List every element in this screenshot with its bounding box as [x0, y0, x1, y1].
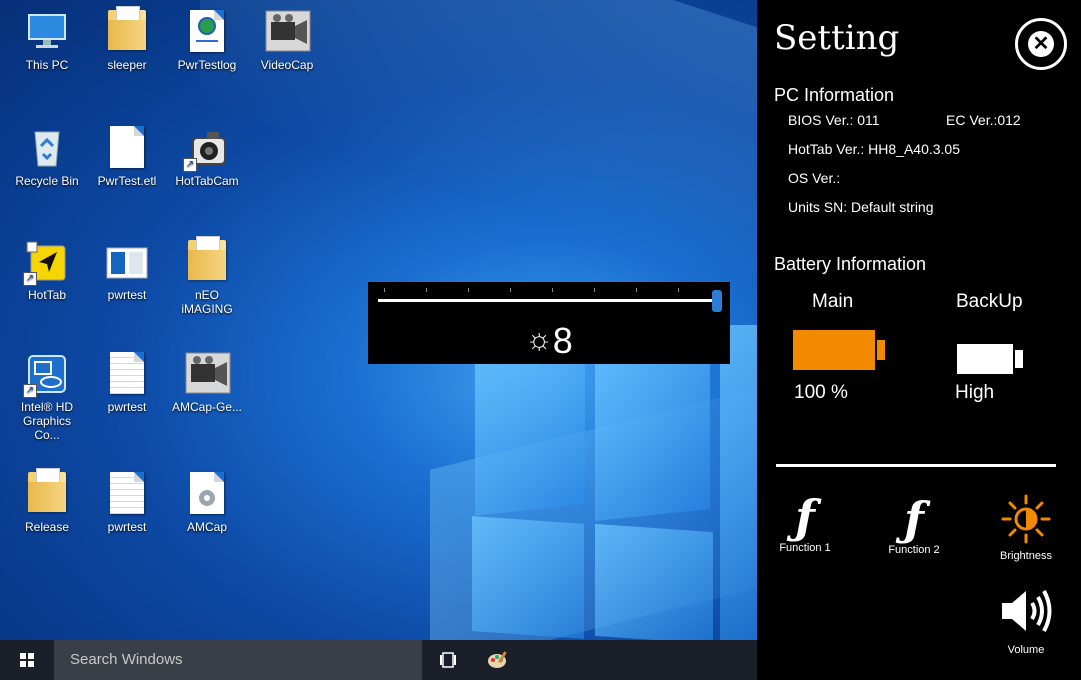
document-icon — [105, 126, 149, 170]
desktop-icon-label: sleeper — [107, 58, 147, 72]
battery-info-heading: Battery Information — [774, 254, 927, 274]
wallpaper-window-pane — [475, 344, 585, 516]
desktop-icon-pwrtest-text-2[interactable]: pwrtest — [90, 472, 164, 534]
desktop-icon-label: Recycle Bin — [15, 174, 79, 188]
desktop-icon-pwrtest-text[interactable]: pwrtest — [90, 352, 164, 414]
desktop-icon-hottabcam[interactable]: ↗ HotTabCam — [170, 126, 244, 188]
desktop-icon-label: pwrtest — [107, 288, 147, 302]
desktop-icon-pwrtestlog[interactable]: PwrTestlog — [170, 10, 244, 72]
brightness-value: 8 — [552, 320, 573, 361]
volume-button[interactable]: Volume — [993, 586, 1059, 656]
folder-icon — [185, 236, 229, 284]
desktop-icon-pwrtest-window[interactable]: pwrtest — [90, 240, 164, 302]
desktop-icon-label: AMCap — [186, 520, 227, 534]
desktop-icon-label: AMCap-Ge... — [171, 400, 243, 414]
desktop-icon-recycle-bin[interactable]: Recycle Bin — [10, 126, 84, 188]
desktop-icon-label: pwrtest — [107, 520, 147, 534]
web-document-icon — [185, 10, 229, 54]
text-document-icon — [105, 352, 149, 396]
main-battery-fill — [793, 330, 875, 370]
close-icon: ✕ — [1028, 31, 1054, 57]
ec-version: EC Ver.:012 — [946, 112, 1021, 128]
volume-label: Volume — [1007, 644, 1045, 656]
brightness-button[interactable]: Brightness — [993, 492, 1059, 562]
desktop-icon-label: Release — [24, 520, 70, 534]
hottab-version: HotTab Ver.: HH8_A40.3.05 — [788, 141, 960, 157]
window-app-icon — [105, 240, 149, 284]
text-document-icon — [105, 472, 149, 516]
function-2-button[interactable]: ƒ Function 2 — [881, 494, 947, 556]
brightness-sun-icon: ☼ — [525, 323, 553, 356]
main-battery-label: Main — [812, 291, 854, 312]
desktop-icon-label: This PC — [25, 58, 69, 72]
camera-icon: ↗ — [183, 126, 229, 172]
function-2-label: Function 2 — [888, 544, 940, 556]
wallpaper-window-pane — [472, 516, 584, 639]
camera-app-icon — [265, 10, 311, 54]
function-1-label: Function 1 — [779, 542, 831, 554]
function-icon: ƒ — [904, 492, 924, 546]
wallpaper-window-pane — [595, 523, 713, 645]
desktop-icon-intel-graphics[interactable]: ↗ Intel® HD Graphics Co... — [10, 352, 84, 442]
panel-title: Setting — [774, 18, 900, 58]
brightness-label: Brightness — [1000, 550, 1052, 562]
function-1-button[interactable]: ƒ Function 1 — [775, 492, 835, 554]
monitor-icon — [25, 10, 69, 54]
desktop-icon-label: Intel® HD Graphics Co... — [20, 400, 74, 442]
desktop-icon-label: PwrTestlog — [177, 58, 237, 72]
desktop-icon-this-pc[interactable]: This PC — [10, 10, 84, 72]
recycle-bin-icon — [25, 126, 69, 170]
bios-version: BIOS Ver.: 011 — [788, 112, 880, 128]
brightness-value-readout: ☼8 — [368, 320, 730, 361]
os-version: OS Ver.: — [788, 170, 841, 186]
backup-battery-fill — [957, 344, 1013, 374]
brightness-slider-thumb[interactable] — [712, 290, 722, 312]
desktop-icon-sleeper[interactable]: sleeper — [90, 6, 164, 72]
shortcut-arrow-icon: ↗ — [23, 272, 37, 286]
brightness-slider-track[interactable] — [378, 299, 718, 302]
settings-document-icon — [185, 472, 229, 516]
backup-battery-value: High — [955, 382, 995, 403]
camera-app-icon — [185, 352, 231, 396]
desktop-icon-amcap-ge[interactable]: AMCap-Ge... — [170, 352, 244, 414]
speaker-icon — [993, 586, 1059, 644]
desktop-icon-label: PwrTest.etl — [97, 174, 157, 188]
desktop-icon-amcap[interactable]: AMCap — [170, 472, 244, 534]
desktop-icon-videocap[interactable]: VideoCap — [250, 10, 324, 72]
desktop-icon-label: pwrtest — [107, 400, 147, 414]
wallpaper-window-pane — [720, 325, 757, 640]
panel-divider — [776, 464, 1056, 467]
start-button[interactable] — [0, 640, 54, 680]
windows-logo-icon — [20, 653, 34, 667]
taskbar: Search Windows — [0, 640, 757, 680]
desktop-icon-label: nEO iMAGING — [181, 288, 233, 316]
task-view-icon[interactable] — [438, 650, 458, 670]
shortcut-arrow-icon: ↗ — [23, 384, 37, 398]
desktop-icon-release[interactable]: Release — [10, 468, 84, 534]
search-input[interactable]: Search Windows — [54, 640, 422, 680]
intel-graphics-icon: ↗ — [23, 352, 69, 398]
pc-info-heading: PC Information — [774, 85, 895, 105]
desktop-icon-pwrtest-etl[interactable]: PwrTest.etl — [90, 126, 164, 188]
brightness-osd: ☼8 — [368, 282, 730, 364]
desktop-icon-label: VideoCap — [260, 58, 314, 72]
brightness-icon — [993, 492, 1059, 550]
hottab-app-icon: ↗ — [23, 240, 69, 286]
desktop-icon-hottab[interactable]: ↗ HotTab — [10, 240, 84, 302]
settings-panel: Setting ✕ PC Information BIOS Ver.: 011 … — [757, 0, 1081, 680]
function-icon: ƒ — [795, 490, 815, 544]
shortcut-arrow-icon: ↗ — [183, 158, 197, 172]
paint-app-icon[interactable] — [487, 650, 509, 670]
folder-icon — [25, 468, 69, 516]
main-battery-value: 100 % — [794, 382, 848, 403]
desktop-icon-label: HotTabCam — [175, 174, 239, 188]
units-sn: Units SN: Default string — [788, 199, 934, 215]
desktop-icon-label: HotTab — [27, 288, 67, 302]
backup-battery-label: BackUp — [956, 291, 1023, 312]
folder-icon — [105, 6, 149, 54]
close-button[interactable]: ✕ — [1015, 18, 1067, 70]
desktop-icon-neo-imaging[interactable]: nEO iMAGING — [170, 236, 244, 316]
